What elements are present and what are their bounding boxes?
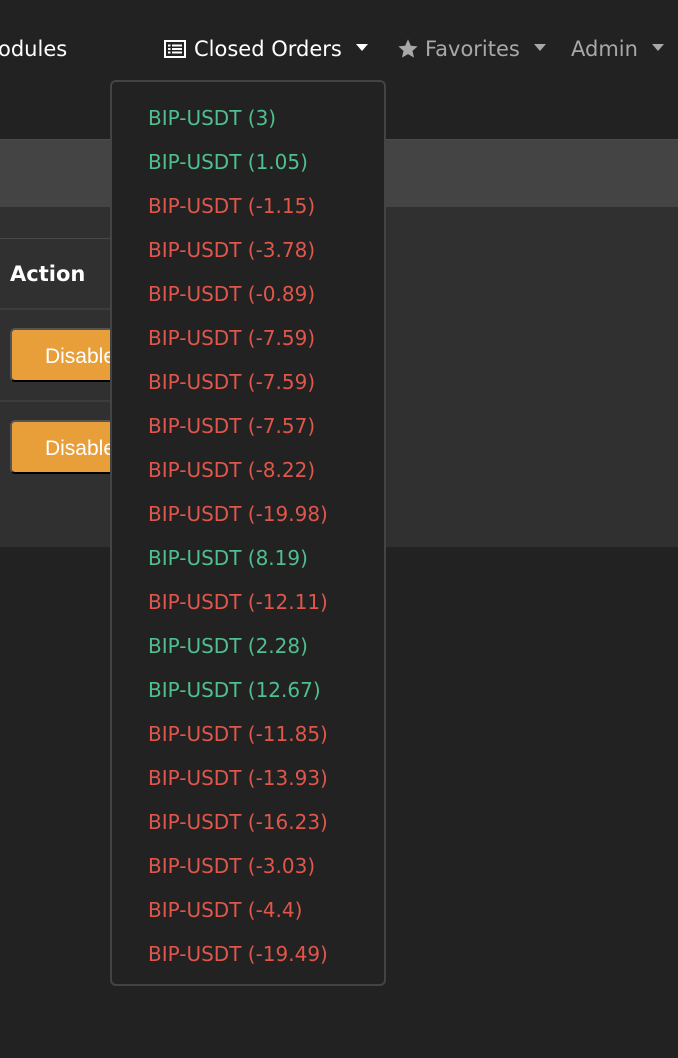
closed-order-item[interactable]: BIP-USDT (-3.78) xyxy=(112,228,384,272)
list-icon xyxy=(164,40,186,58)
closed-order-item[interactable]: BIP-USDT (-12.11) xyxy=(112,580,384,624)
closed-order-item[interactable]: BIP-USDT (-19.98) xyxy=(112,492,384,536)
closed-order-item[interactable]: BIP-USDT (-1.15) xyxy=(112,184,384,228)
nav-closed-orders-dropdown[interactable]: Closed Orders xyxy=(164,34,368,64)
closed-order-item[interactable]: BIP-USDT (-7.59) xyxy=(112,316,384,360)
closed-order-item[interactable]: BIP-USDT (3) xyxy=(112,96,384,140)
action-column-header: Action xyxy=(10,262,86,286)
closed-order-item[interactable]: BIP-USDT (-11.85) xyxy=(112,712,384,756)
closed-order-item[interactable]: BIP-USDT (1.05) xyxy=(112,140,384,184)
closed-order-item[interactable]: BIP-USDT (-7.59) xyxy=(112,360,384,404)
nav-favorites-label: Favorites xyxy=(425,37,520,61)
closed-order-item[interactable]: BIP-USDT (8.19) xyxy=(112,536,384,580)
closed-order-item[interactable]: BIP-USDT (-8.22) xyxy=(112,448,384,492)
nav-admin-label: Admin xyxy=(571,37,638,61)
closed-order-item[interactable]: BIP-USDT (2.28) xyxy=(112,624,384,668)
closed-orders-dropdown-menu: BIP-USDT (3) BIP-USDT (1.05) BIP-USDT (-1.… xyxy=(110,80,386,986)
table-row-divider xyxy=(0,400,120,402)
nav-modules-label: odules xyxy=(0,37,68,61)
closed-order-item[interactable]: BIP-USDT (-19.49) xyxy=(112,932,384,976)
closed-order-item[interactable]: BIP-USDT (12.67) xyxy=(112,668,384,712)
star-icon xyxy=(398,39,418,58)
chevron-down-icon xyxy=(651,43,664,51)
table-row-divider xyxy=(0,308,120,310)
closed-order-item[interactable]: BIP-USDT (-7.57) xyxy=(112,404,384,448)
table-divider xyxy=(0,238,120,239)
closed-order-item[interactable]: BIP-USDT (-13.93) xyxy=(112,756,384,800)
chevron-down-icon xyxy=(355,43,368,51)
closed-order-item[interactable]: BIP-USDT (-16.23) xyxy=(112,800,384,844)
nav-modules-link[interactable]: odules xyxy=(0,34,67,64)
closed-order-item[interactable]: BIP-USDT (-3.03) xyxy=(112,844,384,888)
closed-order-item[interactable]: BIP-USDT (-0.89) xyxy=(112,272,384,316)
chevron-down-icon xyxy=(533,43,546,51)
closed-order-item[interactable]: BIP-USDT (-4.4) xyxy=(112,888,384,932)
nav-favorites-dropdown[interactable]: Favorites xyxy=(397,34,546,64)
nav-closed-orders-label: Closed Orders xyxy=(194,37,342,61)
nav-admin-dropdown[interactable]: Admin xyxy=(571,34,664,64)
